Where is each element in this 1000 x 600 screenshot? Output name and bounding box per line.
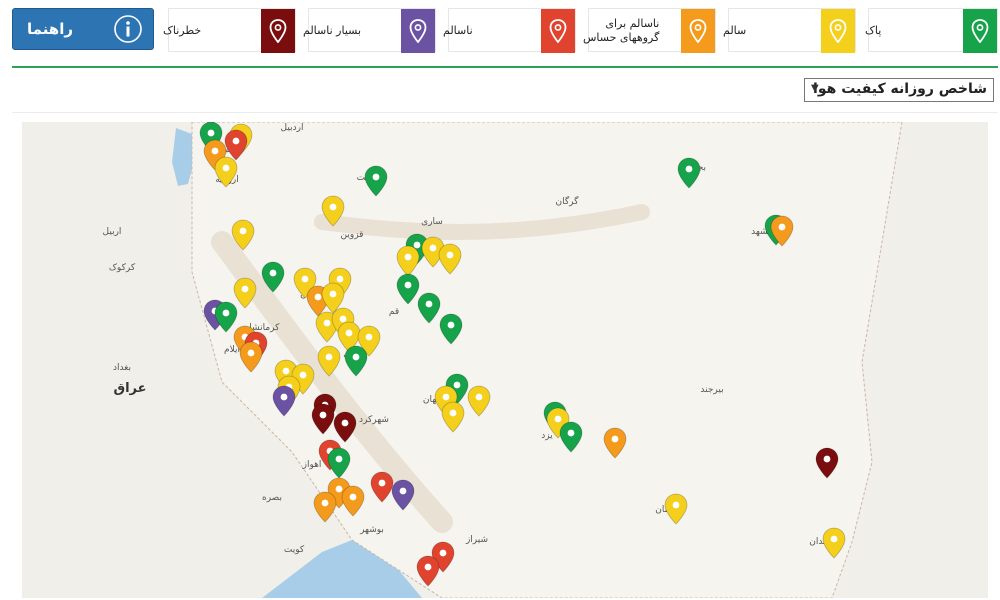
aqi-legend: راهنما خطرناک بسیار ناسالم ناسالم ناسالم… bbox=[12, 8, 998, 54]
city-label: شیراز bbox=[465, 535, 488, 545]
city-label: قزوین bbox=[341, 230, 364, 240]
map-pin-icon bbox=[829, 19, 847, 43]
city-label: اردبیل bbox=[281, 123, 304, 133]
city-label: کویت bbox=[284, 545, 305, 555]
legend-swatch bbox=[261, 9, 295, 53]
index-select-value: شاخص روزانه کیفیت هوا bbox=[813, 81, 987, 97]
legend-label: ناسالم برای گروههای حساس bbox=[583, 17, 660, 44]
index-select[interactable]: شاخص روزانه کیفیت هوا ▼ bbox=[804, 78, 994, 102]
map-pin-icon bbox=[409, 19, 427, 43]
city-label: ساری bbox=[421, 217, 443, 227]
map-panel: شاخص روزانه کیفیت هوا ▼ مشهدگرگانساریقما… bbox=[12, 66, 998, 598]
legend-swatch bbox=[963, 9, 997, 53]
legend-swatch bbox=[541, 9, 575, 53]
legend-label: ناسالم bbox=[443, 24, 473, 37]
legend-label: سالم bbox=[723, 24, 747, 37]
city-label: گرگان bbox=[556, 195, 580, 207]
guide-button-label: راهنما bbox=[27, 20, 73, 38]
city-label: بصره bbox=[262, 493, 282, 503]
legend-item-unhealthy-sensitive: ناسالم برای گروههای حساس bbox=[583, 8, 716, 53]
map-pin-icon bbox=[269, 19, 287, 43]
legend-item-very-unhealthy: بسیار ناسالم bbox=[303, 8, 436, 53]
city-label: بغداد bbox=[113, 363, 131, 373]
city-label: عراق bbox=[113, 381, 146, 396]
aqi-station-marker[interactable] bbox=[313, 491, 337, 523]
legend-swatch bbox=[681, 9, 715, 53]
chevron-down-icon: ▼ bbox=[811, 83, 819, 94]
guide-button[interactable]: راهنما bbox=[12, 8, 154, 50]
city-label: یزد bbox=[541, 431, 553, 441]
legend-label: بسیار ناسالم bbox=[303, 24, 362, 37]
legend-item-moderate: سالم bbox=[723, 8, 856, 53]
map-pin-icon bbox=[971, 19, 989, 43]
city-label: بوشهر bbox=[359, 525, 384, 535]
lake-urmia bbox=[172, 128, 194, 186]
legend-item-hazardous: خطرناک bbox=[163, 8, 296, 53]
legend-item-unhealthy: ناسالم bbox=[443, 8, 576, 53]
map-canvas: مشهدگرگانساریقماصفهانشهرکردشیرازکرمانزاه… bbox=[103, 122, 903, 598]
map-pin-icon bbox=[689, 19, 707, 43]
legend-swatch bbox=[821, 9, 855, 53]
legend-swatch bbox=[401, 9, 435, 53]
legend-label: پاک bbox=[865, 24, 882, 37]
air-quality-map[interactable]: مشهدگرگانساریقماصفهانشهرکردشیرازکرمانزاه… bbox=[22, 122, 988, 598]
info-icon bbox=[113, 14, 143, 48]
city-label: قم bbox=[389, 307, 399, 317]
map-pin-icon bbox=[549, 19, 567, 43]
city-label: کرکوک bbox=[109, 262, 136, 273]
city-label: اربیل bbox=[103, 227, 122, 237]
city-label: بیرجند bbox=[700, 385, 723, 395]
city-label: شهرکرد bbox=[359, 415, 389, 425]
legend-item-good: پاک bbox=[865, 8, 998, 53]
divider bbox=[12, 112, 998, 113]
city-label: اهواز bbox=[302, 460, 322, 470]
legend-label: خطرناک bbox=[163, 24, 202, 37]
